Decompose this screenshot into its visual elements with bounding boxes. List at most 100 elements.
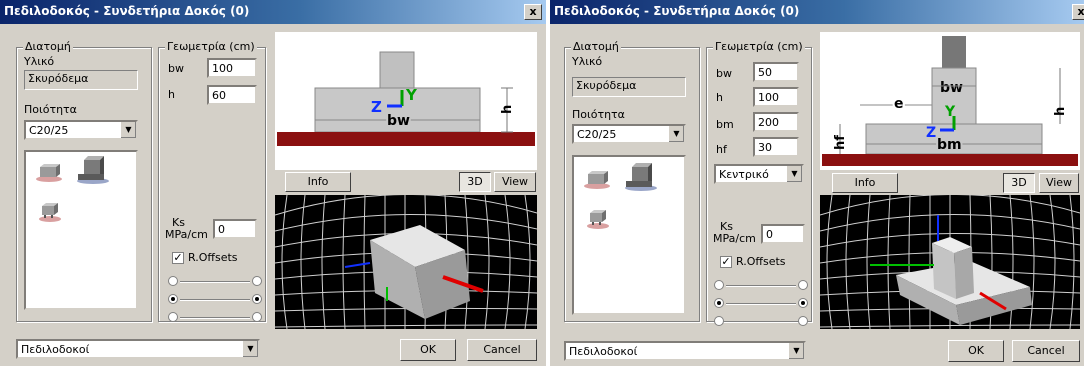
material-field: Σκυρόδεμα	[572, 77, 686, 97]
chevron-down-icon[interactable]: ▼	[242, 341, 258, 357]
offset-left-top-radio[interactable]	[714, 280, 724, 290]
offset-left-bottom-radio[interactable]	[714, 316, 724, 326]
chevron-down-icon[interactable]: ▼	[788, 343, 804, 359]
offset-right-bottom-radio[interactable]	[798, 316, 808, 326]
3d-grid-view	[275, 195, 537, 329]
tie-beam-icon[interactable]	[584, 205, 612, 231]
bw-input[interactable]	[753, 62, 799, 82]
bm-dim-label: bm	[937, 137, 962, 153]
h-input[interactable]	[753, 87, 799, 107]
footing-beam-icon[interactable]	[34, 158, 66, 184]
h-dim-label: h	[500, 105, 515, 114]
ks-input[interactable]	[213, 219, 257, 239]
offset-left-mid-radio[interactable]	[168, 294, 178, 304]
h-label: h	[168, 88, 175, 101]
info-button[interactable]: Info	[832, 173, 898, 193]
close-button[interactable]: x	[1072, 4, 1084, 20]
section-type-list[interactable]	[24, 150, 138, 310]
h-input[interactable]	[207, 85, 257, 105]
section-preview: bw e h hf bm Y Z	[820, 32, 1080, 170]
3d-viewport[interactable]	[820, 195, 1080, 329]
geometry-group-title: Γεωμετρία (cm)	[165, 40, 257, 53]
tie-beam-icon[interactable]	[36, 198, 64, 224]
section-preview: h bw Y Z	[275, 32, 537, 170]
offset-slider-mid[interactable]	[180, 299, 250, 301]
ok-button[interactable]: OK	[948, 340, 1004, 362]
cancel-button[interactable]: Cancel	[1012, 340, 1080, 362]
hf-input[interactable]	[753, 137, 799, 157]
3d-viewport[interactable]	[275, 195, 537, 329]
offset-right-top-radio[interactable]	[798, 280, 808, 290]
offset-slider-mid[interactable]	[726, 303, 796, 305]
quality-value: C20/25	[577, 128, 617, 141]
ks-unit-label: MPa/cm	[713, 232, 756, 245]
material-label: Υλικό	[572, 55, 603, 68]
h-label: h	[716, 91, 723, 104]
hf-dim-label: hf	[833, 135, 848, 150]
left-dialog: Πεδιλοδοκός - Συνδετήρια Δοκός (0) x Δια…	[0, 0, 546, 366]
bm-label: bm	[716, 118, 734, 131]
view-button[interactable]: View	[1039, 173, 1079, 193]
info-button[interactable]: Info	[285, 172, 351, 192]
footing-beam-icon[interactable]	[582, 165, 614, 191]
z-axis-label: Z	[371, 98, 382, 116]
window-title: Πεδιλοδοκός - Συνδετήρια Δοκός (0)	[554, 4, 800, 18]
t-footing-beam-icon[interactable]	[622, 161, 660, 193]
h-dim-label: h	[1053, 107, 1068, 116]
chevron-down-icon[interactable]: ▼	[120, 122, 136, 138]
quality-select[interactable]: C20/25 ▼	[572, 124, 686, 144]
column-stub	[379, 51, 415, 89]
section-diagram: h bw Y Z	[277, 51, 535, 146]
element-type-value: Πεδιλοδοκοί	[21, 343, 90, 356]
offset-left-bottom-radio[interactable]	[168, 312, 178, 322]
quality-select[interactable]: C20/25 ▼	[24, 120, 138, 140]
ground-strip	[277, 132, 535, 146]
3d-grid-view	[820, 195, 1080, 329]
title-bar: Πεδιλοδοκός - Συνδετήρια Δοκός (0) x	[550, 0, 1084, 24]
cancel-button[interactable]: Cancel	[467, 339, 537, 361]
chevron-down-icon[interactable]: ▼	[668, 126, 684, 142]
3d-button[interactable]: 3D	[1003, 173, 1035, 193]
offset-right-bottom-radio[interactable]	[252, 312, 262, 322]
close-button[interactable]: x	[524, 4, 542, 20]
offset-slider-top[interactable]	[180, 281, 250, 283]
z-axis-label: Z	[926, 125, 936, 141]
bm-input[interactable]	[753, 112, 799, 132]
3d-button[interactable]: 3D	[459, 172, 491, 192]
bw-input[interactable]	[207, 58, 257, 78]
offset-right-mid-radio[interactable]	[252, 294, 262, 304]
hf-label: hf	[716, 143, 727, 156]
chevron-down-icon[interactable]: ▼	[786, 166, 802, 182]
bw-label: bw	[168, 62, 184, 75]
offset-left-top-radio[interactable]	[168, 276, 178, 286]
offset-right-top-radio[interactable]	[252, 276, 262, 286]
offset-slider-top[interactable]	[726, 285, 796, 287]
roffsets-checkbox[interactable]: ✓	[172, 252, 184, 264]
offset-left-mid-radio[interactable]	[714, 298, 724, 308]
quality-label: Ποιότητα	[24, 103, 77, 116]
offset-slider-bottom[interactable]	[726, 321, 796, 323]
t-footing-beam-icon[interactable]	[74, 154, 112, 186]
roffsets-checkbox[interactable]: ✓	[720, 256, 732, 268]
title-bar: Πεδιλοδοκός - Συνδετήρια Δοκός (0) x	[0, 0, 546, 24]
element-type-select[interactable]: Πεδιλοδοκοί ▼	[564, 341, 806, 361]
ks-input[interactable]	[761, 224, 805, 244]
bw-dim-label: bw	[387, 113, 410, 129]
offset-right-mid-radio[interactable]	[798, 298, 808, 308]
material-label: Υλικό	[24, 55, 55, 68]
ok-button[interactable]: OK	[400, 339, 456, 361]
ks-unit-label: MPa/cm	[165, 228, 208, 241]
roffsets-label: R.Offsets	[736, 255, 786, 268]
view-button[interactable]: View	[494, 172, 536, 192]
element-type-value: Πεδιλοδοκοί	[569, 345, 638, 358]
offset-slider-bottom[interactable]	[180, 317, 250, 319]
section-type-list[interactable]	[572, 155, 686, 315]
material-field: Σκυρόδεμα	[24, 70, 138, 90]
web-side	[954, 247, 974, 299]
right-dialog: Πεδιλοδοκός - Συνδετήρια Δοκός (0) x Δια…	[550, 0, 1084, 366]
position-select[interactable]: Κεντρικό ▼	[714, 164, 804, 184]
e-dim-label: e	[894, 96, 904, 112]
element-type-select[interactable]: Πεδιλοδοκοί ▼	[16, 339, 260, 359]
section-diagram: bw e h hf bm Y Z	[822, 36, 1078, 166]
bw-label: bw	[716, 67, 732, 80]
